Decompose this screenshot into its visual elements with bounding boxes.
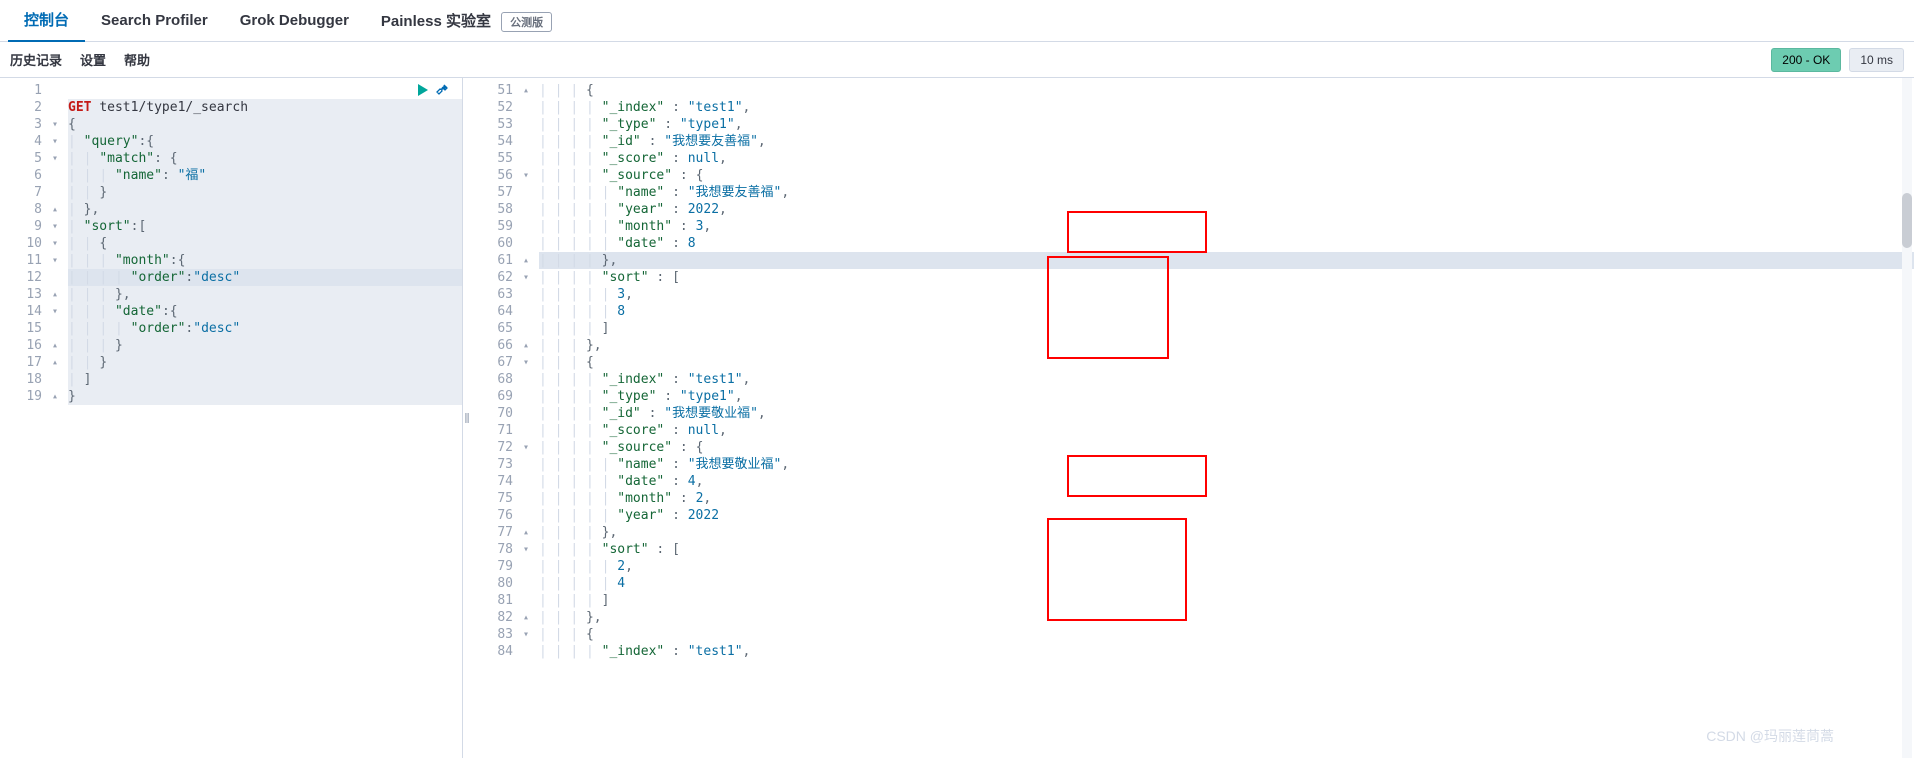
toolbar-right: 200 - OK 10 ms — [1771, 48, 1904, 72]
request-pane: 12345678910111213141516171819 ▾▾▾▴▾▾▾▴▾▴… — [0, 78, 463, 758]
tab-console[interactable]: 控制台 — [8, 0, 85, 42]
history-link[interactable]: 历史记录 — [10, 50, 62, 69]
response-time: 10 ms — [1849, 48, 1904, 72]
console-toolbar: 历史记录 设置 帮助 200 - OK 10 ms — [0, 42, 1914, 78]
response-pane: 5152535455565758596061626364656667686970… — [471, 78, 1914, 758]
tab-grok-debugger[interactable]: Grok Debugger — [224, 2, 365, 39]
watermark: CSDN @玛丽莲茼蒿 — [1706, 726, 1834, 746]
request-fold-gutter: ▾▾▾▴▾▾▾▴▾▴▴▴ — [52, 78, 66, 405]
help-link[interactable]: 帮助 — [124, 50, 150, 69]
dev-tools-tabs: 控制台 Search Profiler Grok Debugger Painle… — [0, 0, 1914, 42]
scrollbar-thumb[interactable] — [1902, 193, 1912, 248]
response-scrollbar[interactable] — [1902, 78, 1912, 758]
settings-link[interactable]: 设置 — [80, 50, 106, 69]
tab-search-profiler[interactable]: Search Profiler — [85, 2, 224, 39]
response-viewer[interactable]: | | | {| | | | "_index" : "test1",| | | … — [471, 78, 1914, 660]
play-icon[interactable] — [414, 82, 430, 101]
request-actions — [414, 82, 450, 101]
pane-divider[interactable]: ‖ — [463, 78, 471, 758]
toolbar-left: 历史记录 设置 帮助 — [10, 50, 150, 69]
beta-badge: 公测版 — [501, 12, 552, 32]
status-badge: 200 - OK — [1771, 48, 1841, 72]
request-gutter: 12345678910111213141516171819 — [0, 78, 52, 405]
editor-panes: 12345678910111213141516171819 ▾▾▾▴▾▾▾▴▾▴… — [0, 78, 1914, 758]
request-editor[interactable]: GET test1/type1/_search{| "query":{| | "… — [0, 78, 462, 405]
response-gutter: 5152535455565758596061626364656667686970… — [471, 78, 523, 660]
wrench-icon[interactable] — [434, 82, 450, 101]
response-fold-gutter: ▴▾▴▾▴▾▾▴▾▴▾ — [523, 78, 537, 660]
tab-painless-label: Painless 实验室 — [381, 13, 491, 30]
tab-painless-lab[interactable]: Painless 实验室 公测版 — [365, 0, 568, 42]
